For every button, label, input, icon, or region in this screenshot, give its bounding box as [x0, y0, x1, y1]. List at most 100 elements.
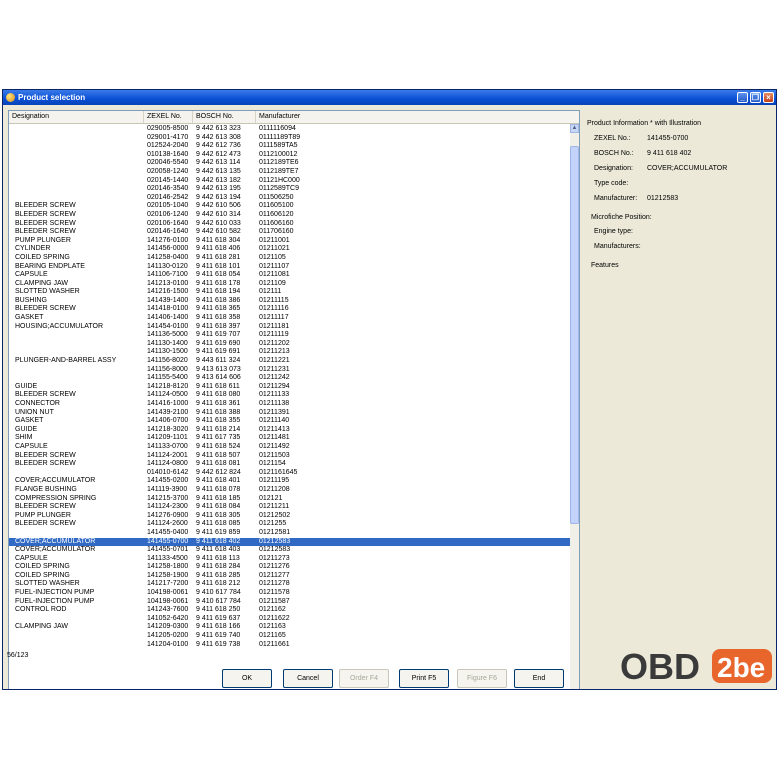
table-row[interactable]: COMPRESSION SPRING 141215-3700 9 411 618 1…	[9, 495, 571, 504]
bosch-value: 9 411 618 402	[647, 150, 692, 157]
table-row[interactable]: 029001-4170 9 442 613 308 01111189T89	[9, 134, 571, 143]
table-row[interactable]: BLEEDER SCREW 141124-2001 9 411 618 507 012…	[9, 452, 571, 461]
table-row[interactable]: GUIDE 141218-3020 9 411 618 214 01211413	[9, 426, 571, 435]
bosch-label: BOSCH No.:	[594, 150, 634, 157]
table-row[interactable]: 141156-8000 9 413 613 073 01211231	[9, 366, 571, 375]
cell-manufacturer: 01211116	[259, 305, 289, 313]
cell-zexel: 141124-0800	[147, 460, 188, 468]
product-selection-window: Product selection _ ❐ × Designation ZEXE…	[2, 89, 777, 690]
table-row[interactable]: 020145-1440 9 442 613 182 01121HC000	[9, 177, 571, 186]
table-row[interactable]: 141205-0200 9 411 619 740 0121165	[9, 632, 571, 641]
ok-button[interactable]: OK	[222, 669, 272, 688]
table-row[interactable]: BUSHING 141439-1400 9 411 618 386 01211115	[9, 297, 571, 306]
cell-zexel: 141133-0700	[147, 442, 188, 450]
table-row[interactable]: CONTROL ROD 141243-7600 9 411 618 250 01211…	[9, 606, 571, 615]
table-row[interactable]: PUMP PLUNGER 141276-0100 9 411 618 304 0121…	[9, 237, 571, 246]
table-row[interactable]: 020058-1240 9 442 613 135 0112189TE7	[9, 168, 571, 177]
table-row[interactable]: COVER;ACCUMULATOR 141455-0700 9 411 618 40…	[9, 537, 571, 547]
column-header-manufacturer[interactable]: Manufacturer	[256, 111, 579, 123]
cell-bosch: 9 413 613 073	[196, 365, 241, 373]
table-row[interactable]: GUIDE 141218-8120 9 411 618 611 01211294	[9, 383, 571, 392]
cell-bosch: 9 411 618 101	[196, 262, 241, 270]
column-header-zexel[interactable]: ZEXEL No.	[144, 111, 193, 123]
cell-designation: BLEEDER SCREW	[15, 202, 76, 210]
table-row[interactable]: BLEEDER SCREW 141124-2300 9 411 618 084 012…	[9, 503, 571, 512]
table-row[interactable]: 141155-5400 9 413 614 606 01211242	[9, 374, 571, 383]
table-row[interactable]: COILED SPRING 141258-0400 9 411 618 281 012…	[9, 254, 571, 263]
cell-designation: PLUNGER-AND-BARREL ASSY	[15, 357, 117, 365]
column-header-designation[interactable]: Designation	[9, 111, 144, 123]
table-row[interactable]: BLEEDER SCREW 141124-2600 9 411 618 085 012…	[9, 520, 571, 529]
cell-designation: PUMP PLUNGER	[15, 511, 71, 519]
table-row[interactable]: 141052-6420 9 411 619 637 01211622	[9, 615, 571, 624]
table-row[interactable]: GASKET 141406-0700 9 411 618 355 01211140	[9, 417, 571, 426]
table-row[interactable]: UNION NUT 141439-2100 9 411 618 388 0121139…	[9, 409, 571, 418]
table-row[interactable]: PLUNGER-AND-BARREL ASSY 141156-8020 9 443 …	[9, 357, 571, 366]
table-row[interactable]: SLOTTED WASHER 141217-7200 9 411 618 212 01…	[9, 580, 571, 589]
vertical-scrollbar[interactable]: ▲ ▼	[570, 124, 579, 689]
table-row[interactable]: COVER;ACCUMULATOR 141455-0701 9 411 618 40…	[9, 546, 571, 555]
table-row[interactable]: BLEEDER SCREW 141124-0800 9 411 618 081 012…	[9, 460, 571, 469]
table-row[interactable]: 020046-5540 9 442 613 114 0112189TE6	[9, 159, 571, 168]
table-row[interactable]: CAPSULE 141106-7100 9 411 618 054 01211081	[9, 271, 571, 280]
cell-zexel: 141155-5400	[147, 374, 188, 382]
table-row[interactable]: FUEL-INJECTION PUMP 104198-0061 9 410 617 …	[9, 589, 571, 598]
print-button[interactable]: Print F5	[399, 669, 449, 688]
table-row[interactable]: HOUSING;ACCUMULATOR 141454-0100 9 411 618 …	[9, 323, 571, 332]
cell-zexel: 141454-0100	[147, 322, 189, 330]
table-row[interactable]: 020146-3540 9 442 613 195 0112589TC9	[9, 185, 571, 194]
cell-manufacturer: 01211107	[259, 262, 290, 270]
table-row[interactable]: COILED SPRING 141258-1900 9 411 618 285 012…	[9, 572, 571, 581]
close-icon[interactable]: ×	[763, 92, 774, 103]
title-bar[interactable]: Product selection _ ❐ ×	[3, 90, 776, 105]
table-row[interactable]: BLEEDER SCREW 020106-1640 9 442 610 033 011…	[9, 220, 571, 229]
features-label: Features	[591, 262, 619, 269]
cancel-button[interactable]: Cancel	[283, 669, 333, 688]
table-row[interactable]: 141136-5000 9 411 619 707 01211119	[9, 331, 571, 340]
table-row[interactable]: CONNECTOR 141416-1000 9 411 618 361 0121113…	[9, 400, 571, 409]
cell-bosch: 9 411 618 358	[196, 314, 241, 322]
table-row[interactable]: 029005-8500 9 442 613 323 0111116094	[9, 125, 571, 134]
table-row[interactable]: COILED SPRING 141258-1800 9 411 618 284 012…	[9, 563, 571, 572]
table-row[interactable]: SHIM 141209-1101 9 411 617 735 01211481	[9, 434, 571, 443]
cell-designation: SHIM	[15, 434, 33, 442]
minimize-icon[interactable]: _	[737, 92, 748, 103]
table-row[interactable]: 014010-6142 9 442 612 824 0121161645	[9, 469, 571, 478]
table-row[interactable]: CAPSULE 141133-0700 9 411 618 524 01211492	[9, 443, 571, 452]
table-row[interactable]: CLAMPING JAW 141209-0300 9 411 618 166 0121…	[9, 623, 571, 632]
cell-manufacturer: 01211119	[259, 331, 289, 339]
cell-bosch: 9 442 613 194	[196, 193, 241, 201]
table-row[interactable]: 012524-2040 9 442 612 736 0111589TA5	[9, 142, 571, 151]
table-row[interactable]: BLEEDER SCREW 020106-1240 9 442 610 314 011…	[9, 211, 571, 220]
table-row[interactable]: CAPSULE 141133-4500 9 411 618 113 01211273	[9, 555, 571, 564]
scrollbar-thumb[interactable]	[570, 146, 579, 524]
table-row[interactable]: CLAMPING JAW 141213-0100 9 411 618 178 0121…	[9, 280, 571, 289]
table-row[interactable]: COVER;ACCUMULATOR 141455-0200 9 411 618 40…	[9, 477, 571, 486]
cell-bosch: 9 411 618 085	[196, 520, 241, 528]
product-list[interactable]: Designation ZEXEL No. BOSCH No. Manufact…	[8, 110, 580, 689]
end-button[interactable]: End	[514, 669, 564, 688]
column-header-bosch[interactable]: BOSCH No.	[193, 111, 256, 123]
table-row[interactable]: GASKET 141406-1400 9 411 618 358 01211117	[9, 314, 571, 323]
table-row[interactable]: BLEEDER SCREW 141124-0500 9 411 618 080 012…	[9, 391, 571, 400]
table-row[interactable]: 141204-0100 9 411 619 738 01211661	[9, 641, 571, 650]
table-row[interactable]: CYLINDER 141456-0000 9 411 618 406 01211021	[9, 245, 571, 254]
scroll-up-icon[interactable]: ▲	[570, 124, 579, 133]
order-button[interactable]: Order F4	[339, 669, 389, 688]
figure-button[interactable]: Figure F6	[457, 669, 507, 688]
table-row[interactable]: FLANGE BUSHING 141119-3900 9 411 618 078 01…	[9, 486, 571, 495]
table-row[interactable]: BLEEDER SCREW 020105-1040 9 442 610 506 011…	[9, 202, 571, 211]
table-row[interactable]: 010138-1640 9 442 612 473 0112100012	[9, 151, 571, 160]
cell-zexel: 020146-3540	[147, 185, 189, 193]
table-row[interactable]: 141130-1500 9 411 619 691 01211213	[9, 348, 571, 357]
restore-icon[interactable]: ❐	[750, 92, 761, 103]
table-row[interactable]: 141455-0400 9 411 619 859 01212581	[9, 529, 571, 538]
table-row[interactable]: 141130-1400 9 411 619 690 01211202	[9, 340, 571, 349]
table-row[interactable]: SLOTTED WASHER 141216-1500 9 411 618 194 01…	[9, 288, 571, 297]
table-row[interactable]: BLEEDER SCREW 020146-1640 9 442 610 582 011…	[9, 228, 571, 237]
table-row[interactable]: 020146-2542 9 442 613 194 011506250	[9, 194, 571, 203]
table-row[interactable]: FUEL-INJECTION PUMP 104198-0061 9 410 617 …	[9, 598, 571, 607]
table-row[interactable]: BLEEDER SCREW 141418-0100 9 411 618 365 012…	[9, 305, 571, 314]
table-row[interactable]: PUMP PLUNGER 141276-0900 9 411 618 305 0121…	[9, 512, 571, 521]
table-row[interactable]: BEARING ENDPLATE 141130-0120 9 411 618 101…	[9, 263, 571, 272]
